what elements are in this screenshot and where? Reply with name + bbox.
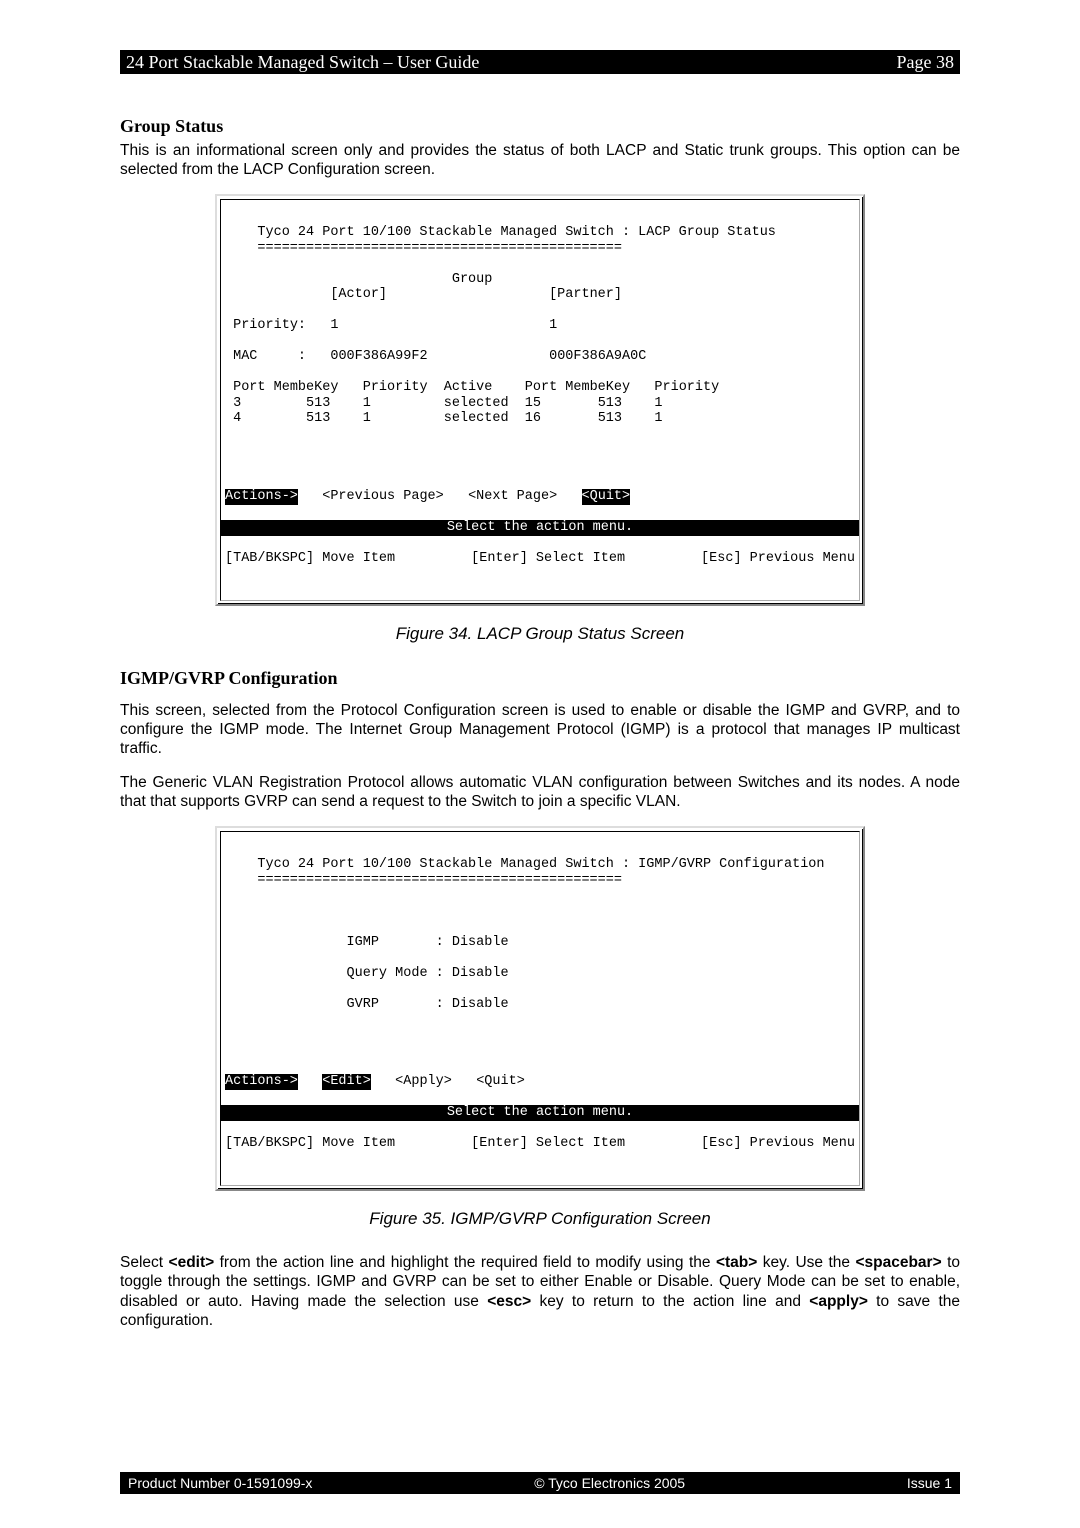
figure-35-caption: Figure 35. IGMP/GVRP Configuration Scree… xyxy=(120,1209,960,1229)
page-footer: Product Number 0-1591099-x © Tyco Electr… xyxy=(120,1472,960,1494)
terminal-frame-lacp: Tyco 24 Port 10/100 Stackable Managed Sw… xyxy=(215,194,865,606)
terminal-igmp-body: Tyco 24 Port 10/100 Stackable Managed Sw… xyxy=(221,847,859,1090)
query-mode-label: Query Mode xyxy=(347,966,428,981)
igmp-gvrp-paragraph-2: The Generic VLAN Registration Protocol a… xyxy=(120,773,960,812)
term2-hintbar: Select the action menu. xyxy=(221,1105,859,1121)
term2-foot-left: [TAB/BKSPC] Move Item xyxy=(225,1136,395,1152)
term1-partner-label: [Partner] xyxy=(549,287,622,302)
term1-col-a: Port MembeKey Priority xyxy=(233,380,427,395)
igmp-label: IGMP xyxy=(347,935,379,950)
terminal-lacp: Tyco 24 Port 10/100 Stackable Managed Sw… xyxy=(220,199,860,601)
term1-mac-label: MAC : xyxy=(233,349,306,364)
text: key. Use the xyxy=(757,1254,855,1271)
term2-foot-right: [Esc] Previous Menu xyxy=(701,1136,855,1152)
apply-key: <apply> xyxy=(809,1293,868,1310)
term1-foot-left: [TAB/BKSPC] Move Item xyxy=(225,551,395,567)
query-mode-value[interactable]: Disable xyxy=(452,966,509,981)
footer-left: Product Number 0-1591099-x xyxy=(128,1475,312,1491)
term1-foot-mid: [Enter] Select Item xyxy=(471,551,625,567)
term1-col-b: Active xyxy=(444,380,493,395)
previous-page-action[interactable]: <Previous Page> xyxy=(322,489,444,504)
term1-row: selected xyxy=(444,396,509,411)
group-status-paragraph: This is an informational screen only and… xyxy=(120,141,960,180)
text: key to return to the action line and xyxy=(531,1293,809,1310)
term2-foot-mid: [Enter] Select Item xyxy=(471,1136,625,1152)
term2-title: Tyco 24 Port 10/100 Stackable Managed Sw… xyxy=(257,857,824,872)
term1-group-label: Group xyxy=(452,272,493,287)
term2-footer: [TAB/BKSPC] Move Item [Enter] Select Ite… xyxy=(221,1136,859,1154)
text: Select xyxy=(120,1254,169,1271)
terminal-igmp: Tyco 24 Port 10/100 Stackable Managed Sw… xyxy=(220,831,860,1186)
term1-footer: [TAB/BKSPC] Move Item [Enter] Select Ite… xyxy=(221,551,859,569)
term2-rule: ========================================… xyxy=(257,873,622,888)
term1-title: Tyco 24 Port 10/100 Stackable Managed Sw… xyxy=(257,225,775,240)
term1-row: 4 513 1 xyxy=(233,411,371,426)
igmp-gvrp-paragraph-1: This screen, selected from the Protocol … xyxy=(120,701,960,759)
edit-action[interactable]: <Edit> xyxy=(322,1074,371,1090)
term1-actor-label: [Actor] xyxy=(330,287,387,302)
esc-key: <esc> xyxy=(487,1293,531,1310)
page-header: 24 Port Stackable Managed Switch – User … xyxy=(120,50,960,74)
footer-mid: © Tyco Electronics 2005 xyxy=(534,1475,685,1491)
figure-34-caption: Figure 34. LACP Group Status Screen xyxy=(120,624,960,644)
tab-key: <tab> xyxy=(716,1254,757,1271)
gvrp-value[interactable]: Disable xyxy=(452,997,509,1012)
section-title-igmp-gvrp: IGMP/GVRP Configuration xyxy=(120,668,960,689)
term1-row: 16 513 1 xyxy=(525,411,663,426)
igmp-value[interactable]: Disable xyxy=(452,935,509,950)
term1-partner-priority: 1 xyxy=(549,318,557,333)
term1-row: 3 513 1 xyxy=(233,396,371,411)
quit-action[interactable]: <Quit> xyxy=(476,1074,525,1089)
term1-actor-mac: 000F386A99F2 xyxy=(330,349,427,364)
footer-right: Issue 1 xyxy=(907,1475,952,1491)
edit-key: <edit> xyxy=(169,1254,215,1271)
term1-row: 15 513 1 xyxy=(525,396,663,411)
closing-paragraph: Select <edit> from the action line and h… xyxy=(120,1253,960,1331)
quit-action[interactable]: <Quit> xyxy=(582,489,631,505)
text: from the action line and highlight the r… xyxy=(214,1254,716,1271)
section-title-group-status: Group Status xyxy=(120,116,960,137)
term2-actions[interactable]: Actions-> xyxy=(225,1074,298,1090)
term1-actions[interactable]: Actions-> xyxy=(225,489,298,505)
next-page-action[interactable]: <Next Page> xyxy=(468,489,557,504)
term1-priority-label: Priority: xyxy=(233,318,306,333)
terminal-lacp-body: Tyco 24 Port 10/100 Stackable Managed Sw… xyxy=(221,215,859,504)
spacebar-key: <spacebar> xyxy=(855,1254,941,1271)
term1-rule: ========================================… xyxy=(257,241,622,256)
gvrp-label: GVRP xyxy=(347,997,379,1012)
term1-actor-priority: 1 xyxy=(330,318,338,333)
term1-partner-mac: 000F386A9A0C xyxy=(549,349,646,364)
terminal-frame-igmp: Tyco 24 Port 10/100 Stackable Managed Sw… xyxy=(215,826,865,1191)
term1-row: selected xyxy=(444,411,509,426)
term1-foot-right: [Esc] Previous Menu xyxy=(701,551,855,567)
header-right: Page 38 xyxy=(897,52,955,73)
apply-action[interactable]: <Apply> xyxy=(395,1074,452,1089)
term1-col-c: Port MembeKey Priority xyxy=(525,380,719,395)
header-left: 24 Port Stackable Managed Switch – User … xyxy=(126,52,479,73)
term1-hintbar: Select the action menu. xyxy=(221,520,859,536)
